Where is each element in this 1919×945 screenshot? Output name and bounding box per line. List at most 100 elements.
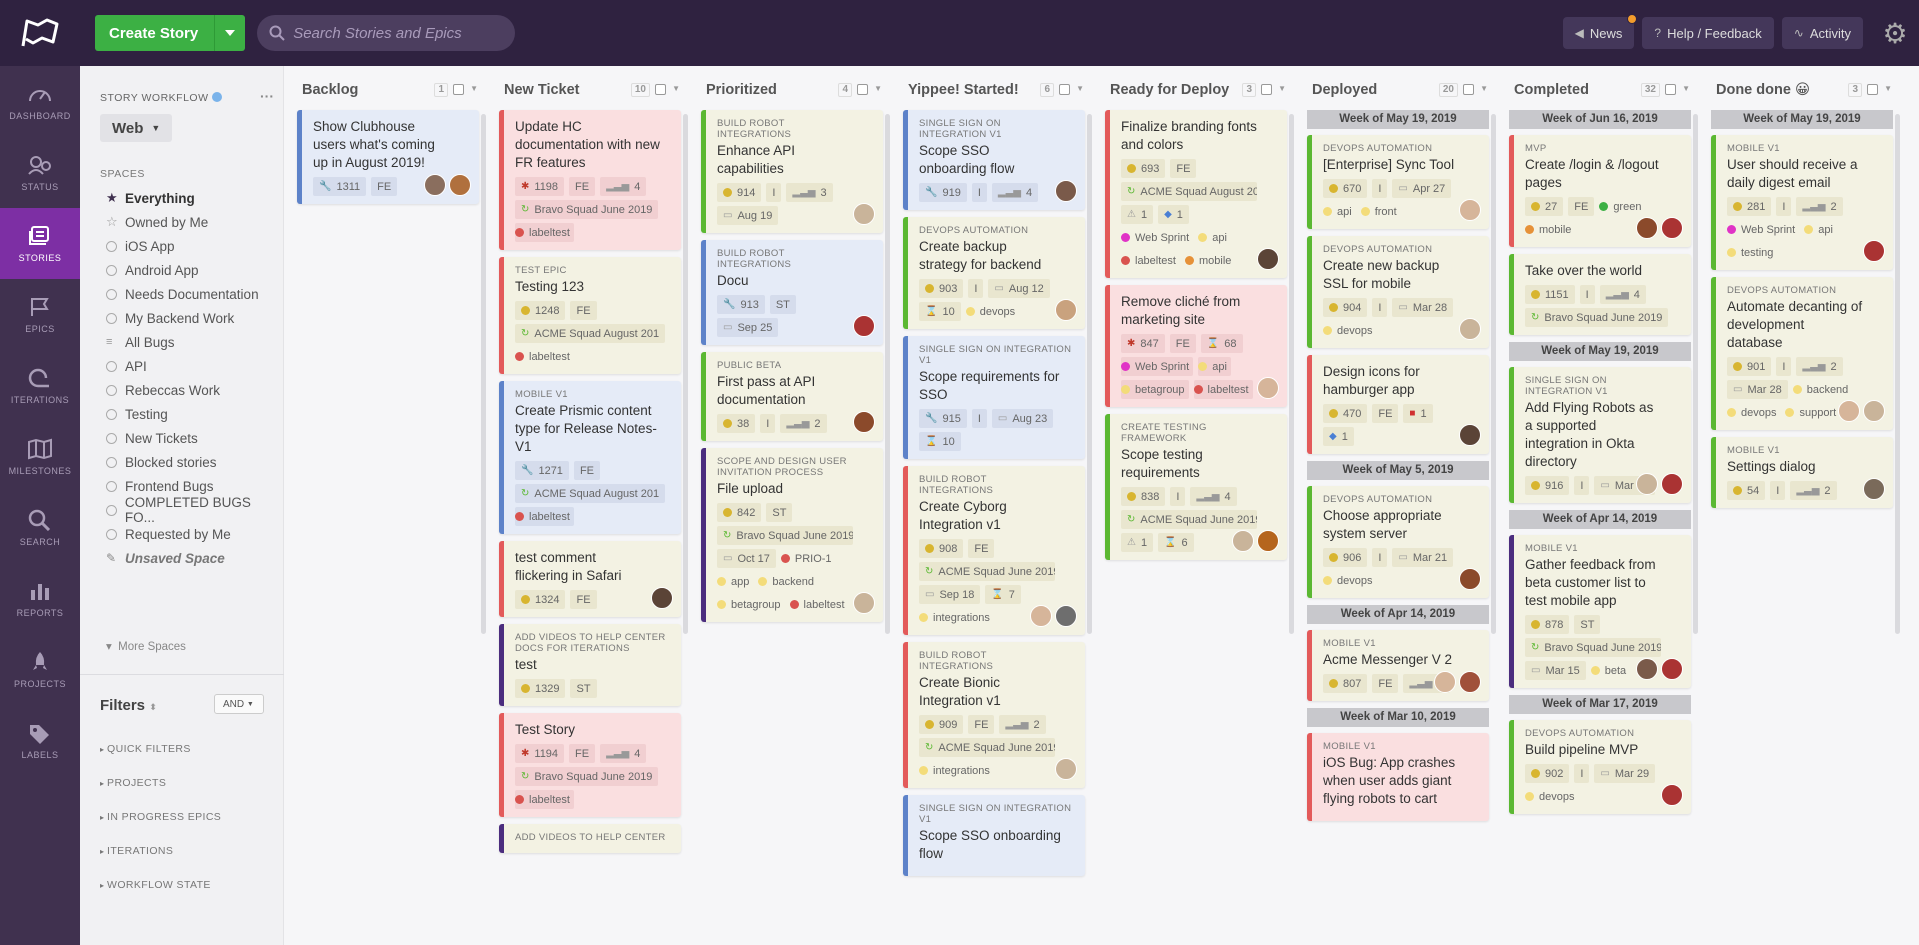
space-item[interactable]: Rebeccas Work	[106, 378, 283, 402]
story-title[interactable]: Create Prismic content type for Release …	[515, 402, 671, 456]
story-card[interactable]: DEVOPS AUTOMATION Build pipeline MVP 902 I ▭…	[1509, 720, 1691, 814]
avatar[interactable]	[1863, 400, 1885, 422]
news-button[interactable]: ◀ News	[1562, 14, 1638, 49]
label-tag[interactable]: labeltest	[515, 347, 574, 366]
avatar[interactable]	[1838, 400, 1860, 422]
epic-name[interactable]: SINGLE SIGN ON INTEGRATION V1	[919, 803, 1075, 825]
story-card[interactable]: BUILD ROBOT INTEGRATIONS Enhance API capa…	[701, 110, 883, 233]
story-id[interactable]: 902	[1525, 764, 1570, 783]
space-item[interactable]: ☆ Owned by Me	[106, 210, 283, 234]
avatar[interactable]	[1055, 299, 1077, 321]
epic-name[interactable]: CREATE TESTING FRAMEWORK	[1121, 422, 1257, 444]
epic-name[interactable]: DEVOPS AUTOMATION	[1323, 143, 1459, 154]
epic-name[interactable]: MOBILE V1	[515, 389, 671, 400]
iteration-tag[interactable]: ↻ ACME Squad June 2019 W	[1121, 510, 1257, 529]
select-all-checkbox[interactable]	[453, 84, 464, 95]
story-id[interactable]: 1324	[515, 590, 566, 609]
epic-name[interactable]: ADD VIDEOS TO HELP CENTER DOCS FOR ITERA…	[515, 632, 671, 654]
avatar[interactable]	[1257, 248, 1279, 270]
story-card[interactable]: SINGLE SIGN ON INTEGRATION V1 Add Flying …	[1509, 367, 1691, 503]
story-id[interactable]: 842	[717, 503, 762, 522]
label-tag[interactable]: mobile	[1184, 251, 1235, 270]
story-title[interactable]: Scope SSO onboarding flow	[919, 827, 1075, 863]
story-title[interactable]: Create backup strategy for backend	[919, 238, 1055, 274]
label-tag[interactable]: green	[1599, 197, 1645, 216]
filter-group[interactable]: ▸ PROJECTS	[100, 777, 166, 789]
story-card[interactable]: TEST EPIC Testing 123 1248 FE ↻ ACME Squad Au…	[499, 257, 681, 374]
avatar[interactable]	[651, 587, 673, 609]
label-tag[interactable]: beta	[1590, 661, 1630, 680]
avatar[interactable]	[1232, 530, 1254, 552]
select-all-checkbox[interactable]	[1059, 84, 1070, 95]
story-card[interactable]: MOBILE V1 Settings dialog 54 I ▂▃▅ 2	[1711, 437, 1893, 508]
story-card[interactable]: Finalize branding fonts and colors 693 FE ↻…	[1105, 110, 1287, 278]
search-input[interactable]: Search Stories and Epics	[257, 15, 516, 51]
avatar[interactable]	[1459, 568, 1481, 590]
nav-search[interactable]: SEARCH	[0, 492, 80, 563]
epic-name[interactable]: SINGLE SIGN ON INTEGRATION V1	[919, 344, 1075, 366]
iteration-tag[interactable]: ↻ ACME Squad August 2019	[1121, 182, 1257, 201]
label-tag[interactable]: labeltest	[1121, 251, 1180, 270]
story-id[interactable]: 470	[1323, 404, 1368, 423]
story-card[interactable]: DEVOPS AUTOMATION Choose appropriate syst…	[1307, 486, 1489, 598]
story-title[interactable]: Test Story	[515, 721, 671, 739]
activity-button[interactable]: ∿ Activity	[1781, 17, 1863, 49]
epic-name[interactable]: BUILD ROBOT INTEGRATIONS	[717, 248, 853, 270]
story-card[interactable]: PUBLIC BETA First pass at API documentati…	[701, 352, 883, 441]
label-tag[interactable]: api	[1198, 228, 1231, 247]
iteration-tag[interactable]: ↻ ACME Squad June 2019	[919, 562, 1055, 581]
story-id[interactable]: 693	[1121, 159, 1166, 178]
avatar[interactable]	[1459, 318, 1481, 340]
label-tag[interactable]: devops	[1323, 571, 1376, 590]
more-options-icon[interactable]: ···	[260, 88, 274, 104]
label-tag[interactable]: betagroup	[717, 595, 785, 614]
avatar[interactable]	[1661, 658, 1683, 680]
story-id[interactable]: 916	[1525, 476, 1570, 495]
story-title[interactable]: User should receive a daily digest email	[1727, 156, 1863, 192]
story-title[interactable]: Remove cliché from marketing site	[1121, 293, 1257, 329]
iteration-tag[interactable]: ↻ ACME Squad August 201	[515, 484, 666, 503]
label-tag[interactable]: labeltest	[515, 790, 574, 809]
chevron-down-icon[interactable]: ▼	[1278, 84, 1286, 93]
story-id[interactable]: 901	[1727, 357, 1772, 376]
story-id[interactable]: 914	[717, 183, 762, 202]
story-title[interactable]: Scope SSO onboarding flow	[919, 142, 1055, 178]
create-dropdown-icon[interactable]	[215, 15, 245, 51]
label-tag[interactable]: devops	[1727, 403, 1780, 422]
create-story-button[interactable]: Create Story	[95, 15, 246, 51]
select-all-checkbox[interactable]	[1867, 84, 1878, 95]
story-title[interactable]: Automate decanting of development databa…	[1727, 298, 1863, 352]
story-id[interactable]: 838	[1121, 487, 1166, 506]
label-tag[interactable]: testing	[1727, 243, 1777, 262]
label-tag[interactable]: app	[717, 572, 753, 591]
label-tag[interactable]: api	[1804, 220, 1837, 239]
label-tag[interactable]: api	[1323, 202, 1356, 221]
label-tag[interactable]: labeltest	[515, 223, 574, 242]
avatar[interactable]	[1636, 473, 1658, 495]
avatar[interactable]	[1661, 784, 1683, 806]
workflow-select[interactable]: Web ▼	[100, 114, 172, 142]
gear-icon[interactable]: ⚙	[1871, 0, 1919, 66]
select-all-checkbox[interactable]	[1463, 84, 1474, 95]
select-all-checkbox[interactable]	[1665, 84, 1676, 95]
epic-name[interactable]: DEVOPS AUTOMATION	[1323, 244, 1459, 255]
epic-name[interactable]: MOBILE V1	[1727, 143, 1863, 154]
avatar[interactable]	[853, 315, 875, 337]
space-item[interactable]: My Backend Work	[106, 306, 283, 330]
epic-name[interactable]: SINGLE SIGN ON INTEGRATION V1	[1525, 375, 1661, 397]
space-item[interactable]: New Tickets	[106, 426, 283, 450]
epic-name[interactable]: DEVOPS AUTOMATION	[1727, 285, 1863, 296]
iteration-tag[interactable]: ↻ Bravo Squad June 2019	[1525, 308, 1669, 327]
epic-name[interactable]: ADD VIDEOS TO HELP CENTER	[515, 832, 671, 843]
iteration-tag[interactable]: ↻ Bravo Squad June 2019	[515, 200, 659, 219]
filter-group[interactable]: ▸ IN PROGRESS EPICS	[100, 811, 221, 823]
avatar[interactable]	[1257, 530, 1279, 552]
label-tag[interactable]: devops	[965, 302, 1019, 321]
avatar[interactable]	[424, 174, 446, 196]
chevron-down-icon[interactable]: ▼	[470, 84, 478, 93]
story-card[interactable]: MVP Create /login & /logout pages 27 FE gree…	[1509, 135, 1691, 247]
story-id[interactable]: 1248	[515, 301, 566, 320]
story-card[interactable]: CREATE TESTING FRAMEWORK Scope testing re…	[1105, 414, 1287, 560]
epic-name[interactable]: TEST EPIC	[515, 265, 671, 276]
story-id[interactable]: 54	[1727, 481, 1766, 500]
